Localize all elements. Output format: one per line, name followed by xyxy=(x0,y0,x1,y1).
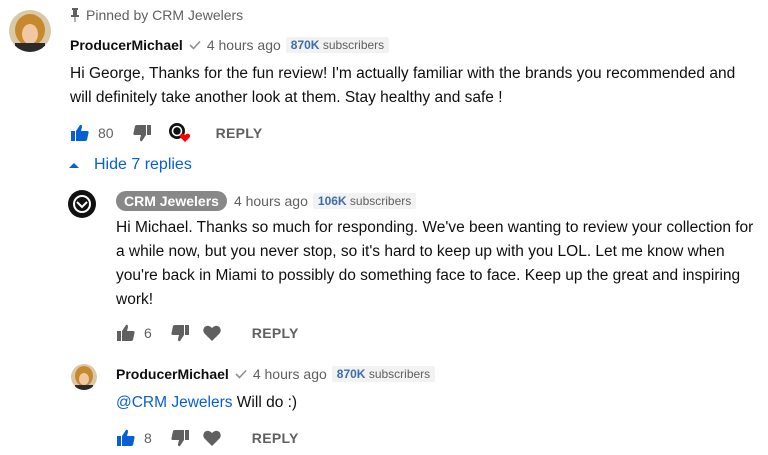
subscriber-badge: 106K subscribers xyxy=(312,193,417,209)
heart-icon[interactable] xyxy=(202,429,222,447)
comment-text: Hi George, Thanks for the fun review! I'… xyxy=(70,65,736,106)
comment-header: ProducerMichael 4 hours ago 870K subscri… xyxy=(70,37,390,53)
reply-button[interactable]: REPLY xyxy=(252,430,299,446)
comment-time[interactable]: 4 hours ago xyxy=(207,37,281,53)
pin-icon xyxy=(71,8,79,22)
subscriber-word: subscribers xyxy=(322,38,385,52)
subscriber-word: subscribers xyxy=(349,194,412,208)
thumbs-up-icon[interactable] xyxy=(116,428,136,448)
mention-link[interactable]: @CRM Jewelers xyxy=(116,394,233,411)
reply-time[interactable]: 4 hours ago xyxy=(234,193,308,209)
creator-heart-icon[interactable] xyxy=(168,122,192,144)
checkmark-icon xyxy=(235,369,247,379)
reply-button[interactable]: REPLY xyxy=(252,325,299,341)
reply-button[interactable]: REPLY xyxy=(216,125,263,141)
reply-actions: 8 REPLY xyxy=(116,428,299,448)
thumbs-up-icon[interactable] xyxy=(116,323,136,343)
thumbs-up-icon[interactable] xyxy=(70,123,90,143)
like-count: 6 xyxy=(144,325,152,341)
like-count: 8 xyxy=(144,430,152,446)
checkmark-icon xyxy=(189,40,201,50)
pinned-text: Pinned by CRM Jewelers xyxy=(86,7,244,23)
subscriber-badge: 870K subscribers xyxy=(285,37,390,53)
avatar[interactable] xyxy=(68,190,96,218)
reply-actions: 6 REPLY xyxy=(116,323,299,343)
subscriber-count: 106K xyxy=(317,194,347,208)
hide-replies-label: Hide 7 replies xyxy=(94,156,192,173)
avatar[interactable] xyxy=(9,10,51,52)
thumbs-down-icon[interactable] xyxy=(170,323,190,343)
comment-actions: 80 REPLY xyxy=(70,122,262,144)
avatar-image xyxy=(9,10,51,52)
reply-author[interactable]: ProducerMichael xyxy=(116,366,229,382)
reply-header: CRM Jewelers 4 hours ago 106K subscriber… xyxy=(116,191,417,211)
crm-logo-icon xyxy=(68,190,96,218)
reply-header: ProducerMichael 4 hours ago 870K subscri… xyxy=(116,366,436,382)
subscriber-word: subscribers xyxy=(368,367,431,381)
like-count: 80 xyxy=(98,125,114,141)
thumbs-down-icon[interactable] xyxy=(170,428,190,448)
reply-text-body: Will do :) xyxy=(232,394,298,411)
chevron-up-icon xyxy=(69,163,79,168)
reply-text: Hi Michael. Thanks so much for respondin… xyxy=(116,219,754,308)
thumbs-down-icon[interactable] xyxy=(132,123,152,143)
reply-text: @CRM Jewelers Will do :) xyxy=(116,391,297,415)
heart-icon[interactable] xyxy=(202,324,222,342)
pinned-label: Pinned by CRM Jewelers xyxy=(70,7,243,23)
subscriber-count: 870K xyxy=(290,38,320,52)
reply-time[interactable]: 4 hours ago xyxy=(253,366,327,382)
avatar[interactable] xyxy=(71,364,97,390)
subscriber-count: 870K xyxy=(336,367,366,381)
reply-author-owner[interactable]: CRM Jewelers xyxy=(116,191,227,211)
hide-replies-toggle[interactable]: Hide 7 replies xyxy=(68,156,192,174)
avatar-image xyxy=(71,364,97,390)
comment-author[interactable]: ProducerMichael xyxy=(70,37,183,53)
subscriber-badge: 870K subscribers xyxy=(331,366,436,382)
